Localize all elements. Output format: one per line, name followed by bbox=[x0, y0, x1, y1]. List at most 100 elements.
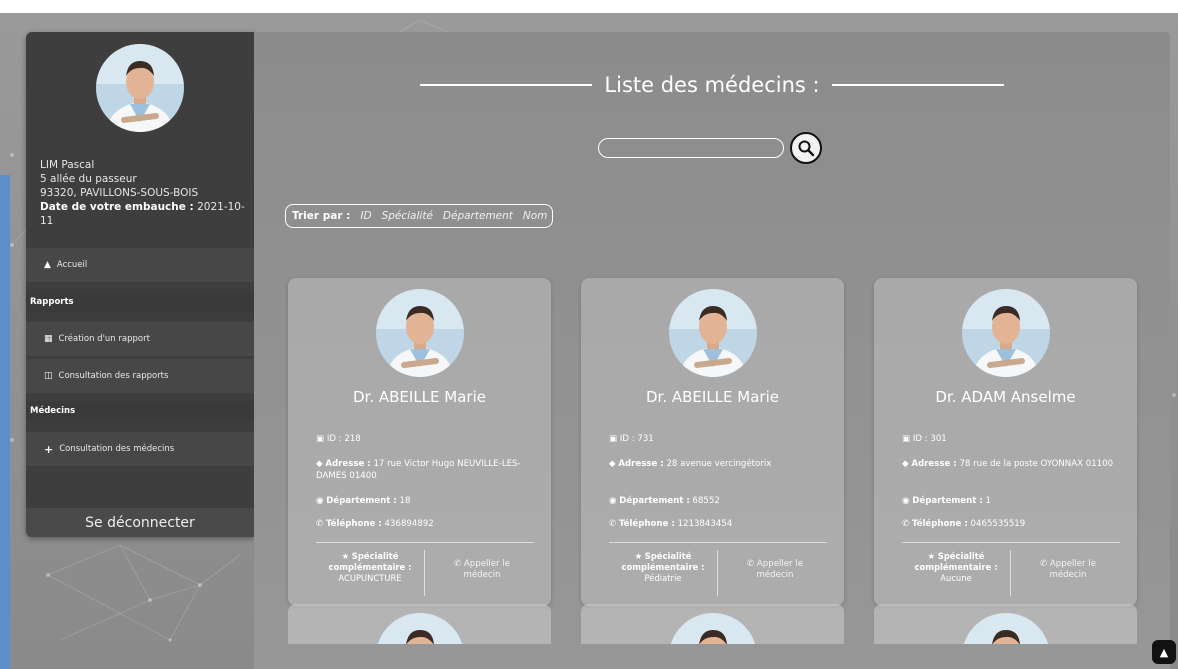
doctor-specialty: Aucune bbox=[940, 573, 972, 583]
specialty-label-line2: complémentaire : bbox=[328, 562, 412, 572]
specialty-label-line1: Spécialité bbox=[644, 551, 692, 561]
phone-call-icon: ✆ bbox=[453, 559, 462, 569]
sidebar-item-label: Création d'un rapport bbox=[58, 334, 150, 344]
doctor-name: Dr. ADAM Anselme bbox=[935, 388, 1076, 406]
location-pin-icon: ◉ bbox=[902, 496, 910, 506]
page-title: Liste des médecins : bbox=[604, 73, 820, 97]
address-icon: ◆ bbox=[902, 459, 909, 469]
phone-call-icon: ✆ bbox=[1039, 559, 1048, 569]
plus-icon: + bbox=[44, 442, 54, 456]
arrow-up-icon: ▲ bbox=[1159, 645, 1169, 659]
phone-call-icon: ✆ bbox=[746, 559, 755, 569]
doctor-avatar bbox=[669, 289, 757, 377]
sidebar-item-create-report[interactable]: ▦ Création d'un rapport bbox=[26, 322, 254, 356]
user-address-line1: 5 allée du passeur bbox=[40, 173, 137, 185]
search-bar bbox=[598, 132, 822, 164]
doctor-card-partial bbox=[288, 604, 551, 644]
specialty-label-line2: complémentaire : bbox=[914, 562, 998, 572]
doctor-card: Dr. ADAM Anselme ▣ ID : 301 ◆ Adresse : … bbox=[874, 278, 1137, 606]
user-address-line2: 93320, PAVILLONS-SOUS-BOIS bbox=[40, 187, 199, 199]
location-pin-icon: ◉ bbox=[609, 496, 617, 506]
doctor-department-label: Département : bbox=[326, 496, 397, 506]
specialty-label-line1: Spécialité bbox=[937, 551, 985, 561]
sort-option-id[interactable]: ID bbox=[360, 210, 371, 222]
doctor-phone: 0465535519 bbox=[970, 519, 1026, 529]
specialty-label-line1: Spécialité bbox=[351, 551, 399, 561]
star-icon: ★ bbox=[341, 551, 350, 561]
card-vertical-divider bbox=[424, 550, 425, 596]
call-doctor-button[interactable]: ✆ Appeller le médecin bbox=[721, 559, 829, 581]
card-vertical-divider bbox=[1010, 550, 1011, 596]
accent-stripe bbox=[0, 175, 10, 669]
report-icon: ▦ bbox=[44, 334, 53, 344]
sidebar-section-reports: Rapports bbox=[26, 292, 254, 312]
doctor-address: 78 rue de la poste OYONNAX 01100 bbox=[959, 459, 1114, 469]
doctor-card-partial bbox=[581, 604, 844, 644]
address-icon: ◆ bbox=[316, 459, 323, 469]
id-card-icon: ▣ bbox=[316, 434, 325, 444]
doctor-card: Dr. ABEILLE Marie ▣ ID : 731 ◆ Adresse :… bbox=[581, 278, 844, 606]
doctor-name: Dr. ABEILLE Marie bbox=[353, 388, 486, 406]
user-avatar bbox=[96, 44, 184, 132]
id-card-icon: ▣ bbox=[902, 434, 911, 444]
search-button[interactable] bbox=[790, 132, 822, 164]
sort-option-department[interactable]: Département bbox=[443, 210, 513, 222]
doctor-phone-row: ✆ Téléphone : 1213843454 bbox=[609, 518, 831, 530]
doctor-card: Dr. ABEILLE Marie ▣ ID : 218 ◆ Adresse :… bbox=[288, 278, 551, 606]
sidebar-item-label: Consultation des médecins bbox=[59, 444, 175, 454]
title-divider-right bbox=[831, 84, 1004, 86]
doctor-avatar bbox=[962, 289, 1050, 377]
doctor-department: 1 bbox=[985, 496, 991, 506]
sort-bar: Trier par : ID Spécialité Département No… bbox=[285, 204, 554, 228]
sidebar-item-view-reports[interactable]: ◫ Consultation des rapports bbox=[26, 359, 254, 393]
star-icon: ★ bbox=[927, 551, 936, 561]
doctor-department-row: ◉ Département : 18 bbox=[316, 495, 538, 507]
doctor-id-label: ID : bbox=[326, 434, 342, 444]
doctor-id: 218 bbox=[344, 434, 361, 444]
sidebar-item-home[interactable]: ▲ Accueil bbox=[26, 248, 254, 282]
call-label-line2: médecin bbox=[756, 570, 794, 580]
card-divider bbox=[902, 542, 1120, 543]
sidebar-item-label: Consultation des rapports bbox=[58, 371, 169, 381]
doctor-address-label: Adresse : bbox=[911, 459, 957, 469]
doctor-phone-label: Téléphone : bbox=[911, 519, 968, 529]
sort-option-name[interactable]: Nom bbox=[523, 210, 548, 222]
doctor-department: 68552 bbox=[692, 496, 720, 506]
call-label-line2: médecin bbox=[1049, 570, 1087, 580]
sidebar: LIM Pascal 5 allée du passeur 93320, PAV… bbox=[26, 32, 254, 537]
hire-date-row: Date de votre embauche : 2021-10-11 bbox=[40, 200, 254, 228]
call-label-line1: Appeller le bbox=[463, 559, 510, 569]
star-icon: ★ bbox=[634, 551, 643, 561]
doctor-phone: 436894892 bbox=[384, 519, 434, 529]
doctor-address-row: ◆ Adresse : 28 avenue vercingétorix bbox=[609, 458, 831, 470]
doctor-id: 301 bbox=[930, 434, 947, 444]
doctor-id-row: ▣ ID : 301 bbox=[902, 433, 1124, 445]
doctor-department-row: ◉ Département : 68552 bbox=[609, 495, 831, 507]
doctor-id: 731 bbox=[637, 434, 654, 444]
doctor-id-row: ▣ ID : 731 bbox=[609, 433, 831, 445]
phone-icon: ✆ bbox=[902, 519, 910, 529]
sort-option-specialty[interactable]: Spécialité bbox=[382, 210, 433, 222]
sidebar-item-view-doctors[interactable]: + Consultation des médecins bbox=[26, 432, 254, 466]
doctor-specialty-block: ★ Spécialité complémentaire : Pédiatrie bbox=[609, 551, 717, 584]
sort-label: Trier par : bbox=[292, 210, 351, 222]
doctor-department-label: Département : bbox=[912, 496, 983, 506]
doctor-id-label: ID : bbox=[912, 434, 928, 444]
doctor-phone-row: ✆ Téléphone : 0465535519 bbox=[902, 518, 1124, 530]
doctor-address-label: Adresse : bbox=[325, 459, 371, 469]
scroll-to-top-button[interactable]: ▲ bbox=[1152, 640, 1176, 664]
user-info: LIM Pascal 5 allée du passeur 93320, PAV… bbox=[40, 158, 254, 228]
doctor-department-row: ◉ Département : 1 bbox=[902, 495, 1124, 507]
id-card-icon: ▣ bbox=[609, 434, 618, 444]
call-doctor-button[interactable]: ✆ Appeller le médecin bbox=[1014, 559, 1122, 581]
doctor-department-label: Département : bbox=[619, 496, 690, 506]
page-title-row: Liste des médecins : bbox=[254, 70, 1170, 100]
logout-button[interactable]: Se déconnecter bbox=[26, 508, 254, 537]
call-doctor-button[interactable]: ✆ Appeller le médecin bbox=[428, 559, 536, 581]
doctor-id-row: ▣ ID : 218 bbox=[316, 433, 538, 445]
doctor-specialty: Pédiatrie bbox=[644, 573, 682, 583]
card-divider bbox=[609, 542, 827, 543]
book-icon: ◫ bbox=[44, 371, 53, 381]
doctor-phone-row: ✆ Téléphone : 436894892 bbox=[316, 518, 538, 530]
search-input[interactable] bbox=[598, 138, 784, 158]
